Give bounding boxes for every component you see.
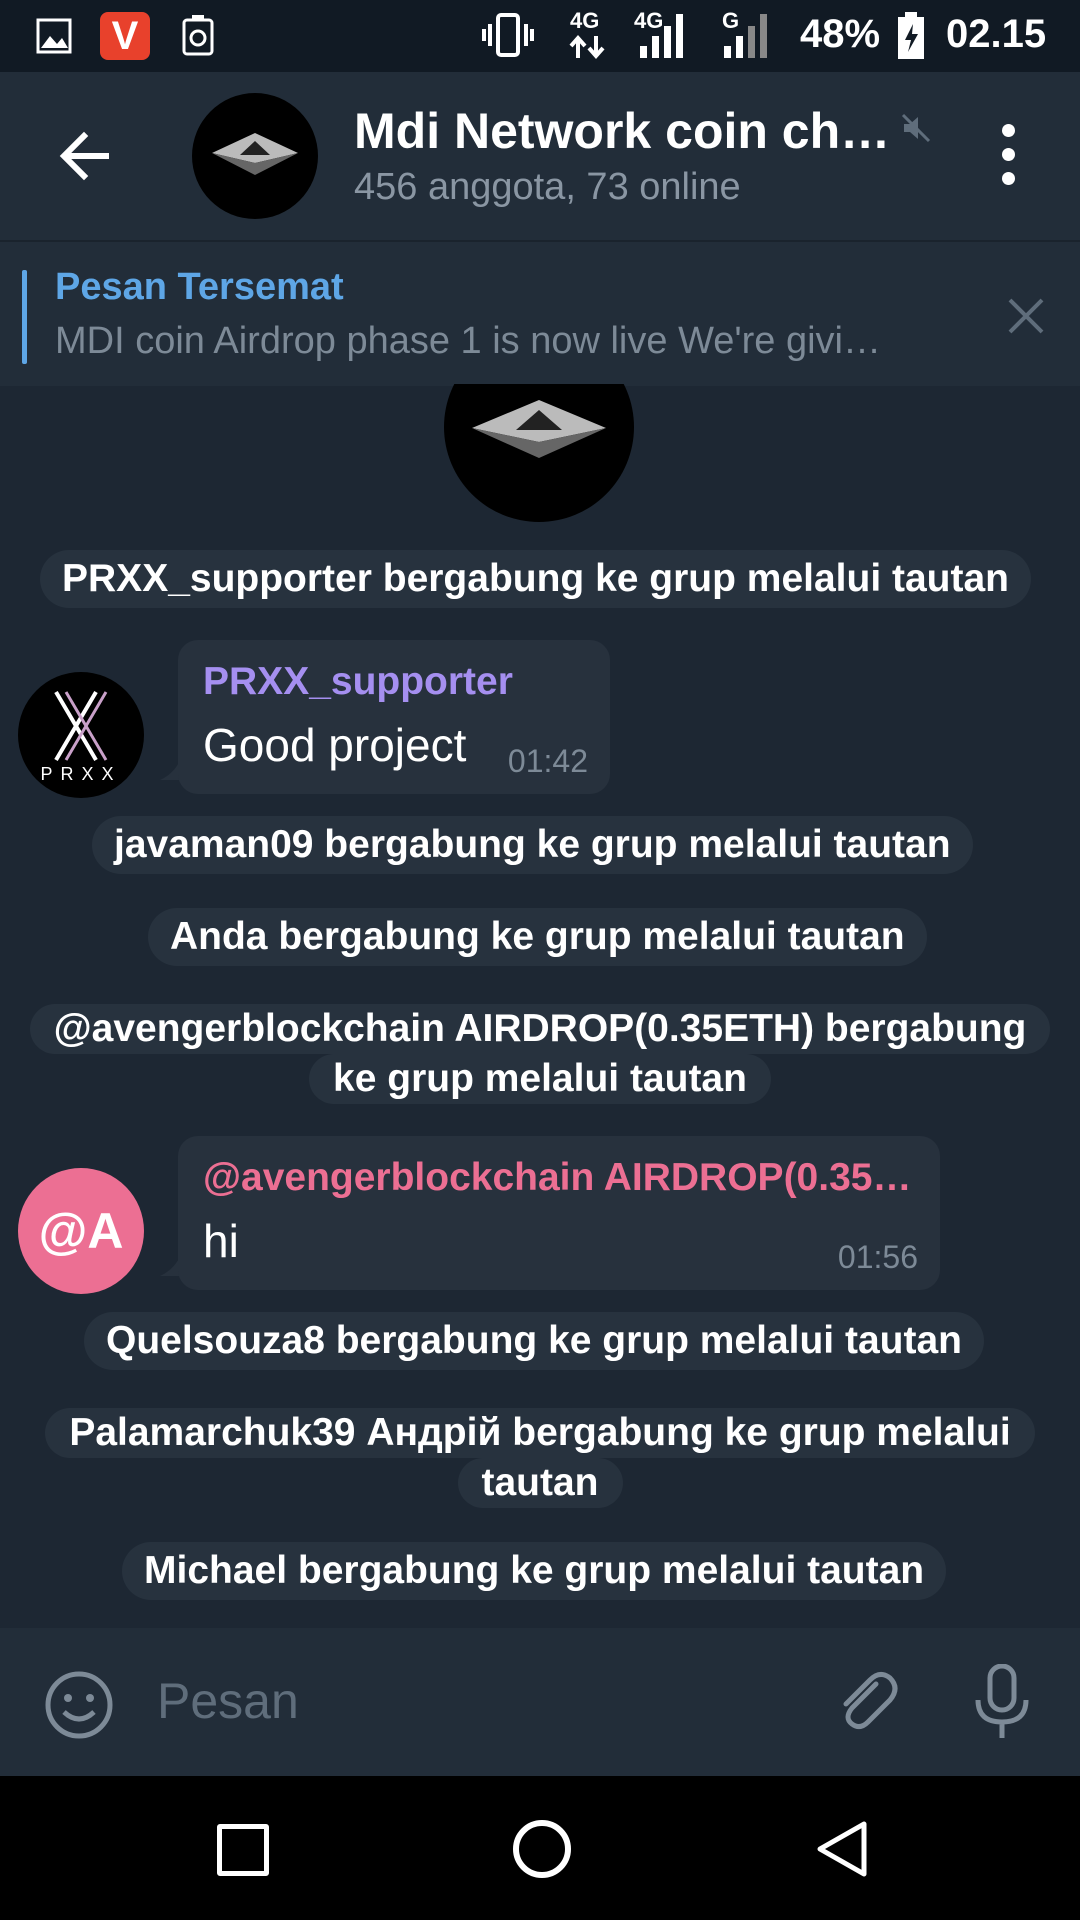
close-icon[interactable] bbox=[1006, 296, 1046, 336]
service-message: javaman09 bergabung ke grup melalui taut… bbox=[92, 816, 973, 874]
message-bubble[interactable]: PRXX_supporter Good project 01:42 bbox=[178, 640, 610, 794]
message-list[interactable]: PRXX_supporter bergabung ke grup melalui… bbox=[0, 384, 1080, 1628]
message-time: 01:42 bbox=[507, 743, 588, 779]
back-triangle-icon[interactable] bbox=[814, 1820, 868, 1878]
recycle-icon bbox=[182, 15, 214, 56]
arrow-left-icon[interactable] bbox=[58, 130, 110, 182]
avatar-initials: @A bbox=[38, 1203, 124, 1259]
status-bar: V 4G 4G G 48% 02.15 bbox=[0, 0, 1080, 72]
message-bubble[interactable]: @avengerblockchain AIRDROP(0.35… hi 01:5… bbox=[178, 1136, 940, 1290]
pinned-message[interactable]: Pesan Tersemat MDI coin Airdrop phase 1 … bbox=[0, 240, 1080, 386]
message-time: 01:56 bbox=[837, 1239, 918, 1275]
recents-button[interactable] bbox=[217, 1824, 269, 1876]
service-message: PRXX_supporter bergabung ke grup melalui… bbox=[40, 550, 1031, 608]
service-message: Palamarchuk39 Андрій bergabung ke grup m… bbox=[0, 1408, 1080, 1508]
sender-name[interactable]: @avengerblockchain AIRDROP(0.35… bbox=[203, 1156, 911, 1200]
signal-icon-1 bbox=[640, 14, 683, 58]
more-vertical-icon[interactable] bbox=[994, 124, 1022, 194]
speaker-muted-icon bbox=[901, 113, 931, 143]
chat-title[interactable]: Mdi Network coin ch… bbox=[354, 102, 890, 160]
vibrate-icon bbox=[482, 13, 534, 57]
pinned-accent-bar bbox=[22, 270, 27, 364]
group-photo[interactable] bbox=[444, 384, 634, 522]
battery-percent: 48% bbox=[800, 12, 881, 56]
message-input[interactable]: Pesan bbox=[157, 1672, 299, 1730]
service-message: @avengerblockchain AIRDROP(0.35ETH) berg… bbox=[0, 1004, 1080, 1104]
service-message: Michael bergabung ke grup melalui tautan bbox=[122, 1542, 947, 1600]
network-label-1: 4G bbox=[570, 8, 600, 33]
avatar[interactable]: @A bbox=[18, 1168, 144, 1294]
pinned-text: MDI coin Airdrop phase 1 is now live We'… bbox=[55, 320, 881, 362]
battery-charging-icon bbox=[898, 12, 924, 59]
avatar[interactable]: PRXX bbox=[18, 672, 144, 798]
service-line: tautan bbox=[457, 1458, 623, 1508]
message-input-bar: Pesan bbox=[0, 1628, 1080, 1776]
clock: 02.15 bbox=[946, 12, 1047, 56]
pinned-title: Pesan Tersemat bbox=[55, 266, 344, 308]
app-v-icon: V bbox=[100, 12, 150, 60]
mdi-logo-icon bbox=[212, 133, 298, 175]
group-avatar[interactable] bbox=[192, 93, 318, 219]
mdi-logo-icon bbox=[472, 400, 606, 458]
sender-name[interactable]: PRXX_supporter bbox=[203, 660, 513, 704]
home-button[interactable] bbox=[513, 1820, 571, 1878]
microphone-icon[interactable] bbox=[972, 1664, 1032, 1740]
paperclip-icon[interactable] bbox=[830, 1666, 902, 1738]
data-arrows-icon bbox=[569, 34, 605, 60]
service-line: @avengerblockchain AIRDROP(0.35ETH) berg… bbox=[29, 1004, 1051, 1054]
signal-icon-2 bbox=[724, 14, 767, 58]
system-nav-bar bbox=[0, 1776, 1080, 1920]
smiley-icon[interactable] bbox=[44, 1670, 114, 1740]
service-line: Palamarchuk39 Андрій bergabung ke grup m… bbox=[45, 1408, 1035, 1458]
chat-header: Mdi Network coin ch… 456 anggota, 73 onl… bbox=[0, 72, 1080, 240]
gallery-icon bbox=[36, 18, 72, 54]
avatar-label: PRXX bbox=[40, 764, 122, 784]
chat-subtitle: 456 anggota, 73 online bbox=[354, 166, 741, 208]
service-message: Quelsouza8 bergabung ke grup melalui tau… bbox=[84, 1312, 984, 1370]
service-line: ke grup melalui tautan bbox=[309, 1054, 771, 1104]
message-text: hi bbox=[203, 1215, 239, 1267]
message-text: Good project bbox=[203, 719, 467, 771]
service-message: Anda bergabung ke grup melalui tautan bbox=[148, 908, 927, 966]
